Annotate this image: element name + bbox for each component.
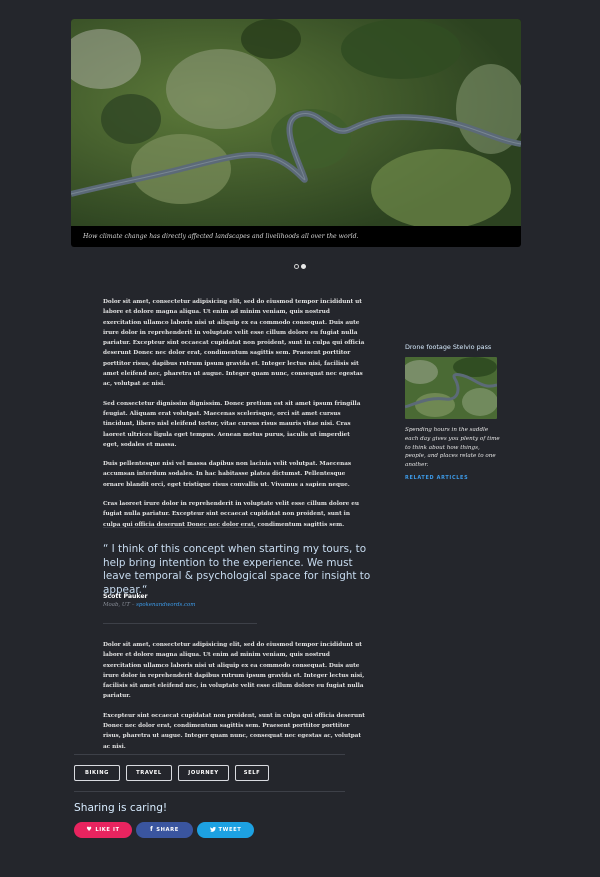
share-label: SHARE	[156, 827, 179, 833]
tags-divider-bottom	[74, 791, 345, 792]
slider-dots	[294, 264, 308, 270]
slider-dot-2[interactable]	[301, 264, 306, 269]
sidebar-title[interactable]: Drone footage Stelvio pass	[405, 343, 501, 351]
article-body-continued: Dolor sit amet, consectetur adipisicing …	[103, 640, 365, 761]
quote-source-link[interactable]: spokenandwords.com	[136, 602, 195, 608]
quote-author: Scott Pauker	[103, 593, 148, 600]
like-label: LIKE IT	[95, 827, 120, 833]
slider-dot-1[interactable]	[294, 264, 299, 269]
article-body: Dolor sit amet, consectetur adipisicing …	[103, 297, 365, 539]
facebook-share-button[interactable]: f SHARE	[136, 822, 193, 838]
article-paragraph: Sed consectetur dignissim dignissim. Don…	[103, 400, 361, 448]
tag-biking[interactable]: BIKING	[74, 765, 120, 781]
hero-caption: How climate change has directly affected…	[83, 233, 359, 240]
article-paragraph: Dolor sit amet, consectetur adipisicing …	[103, 299, 365, 388]
hero-image	[71, 19, 521, 226]
quote-divider-top	[103, 527, 257, 528]
tag-journey[interactable]: JOURNEY	[178, 765, 229, 781]
quote-divider-bottom	[103, 623, 257, 624]
share-title: Sharing is caring!	[74, 802, 168, 814]
tag-travel[interactable]: TRAVEL	[126, 765, 172, 781]
facebook-icon: f	[150, 826, 154, 833]
article-paragraph: Excepteur sint occaecat cupidatat non pr…	[103, 712, 365, 750]
like-button[interactable]: ♥ LIKE IT	[74, 822, 132, 838]
twitter-icon	[209, 822, 216, 838]
tag-self[interactable]: SELF	[235, 765, 269, 781]
tweet-button[interactable]: TWEET	[197, 822, 254, 838]
quote-location: Moab, UT –	[103, 602, 135, 608]
pull-quote: “ I think of this concept when starting …	[103, 543, 371, 596]
sidebar-related: Drone footage Stelvio pass Spending hour…	[405, 343, 501, 481]
sidebar-image[interactable]	[405, 357, 497, 419]
heart-icon: ♥	[86, 826, 93, 833]
sidebar-text: Spending hours in the saddle each day gi…	[405, 427, 500, 469]
related-articles-link[interactable]: RELATED ARTICLES	[405, 475, 501, 481]
article-paragraph: Dolor sit amet, consectetur adipisicing …	[103, 642, 365, 700]
hero-slider: How climate change has directly affected…	[71, 19, 521, 247]
article-paragraph: Duis pellentesque nisi vel massa dapibus…	[103, 461, 352, 488]
quote-meta: Moab, UT – spokenandwords.com	[103, 602, 195, 608]
article-paragraph: Cras laoreet irure dolor in reprehenderi…	[103, 501, 359, 528]
tweet-label: TWEET	[218, 827, 242, 833]
tags-divider-top	[74, 754, 345, 755]
